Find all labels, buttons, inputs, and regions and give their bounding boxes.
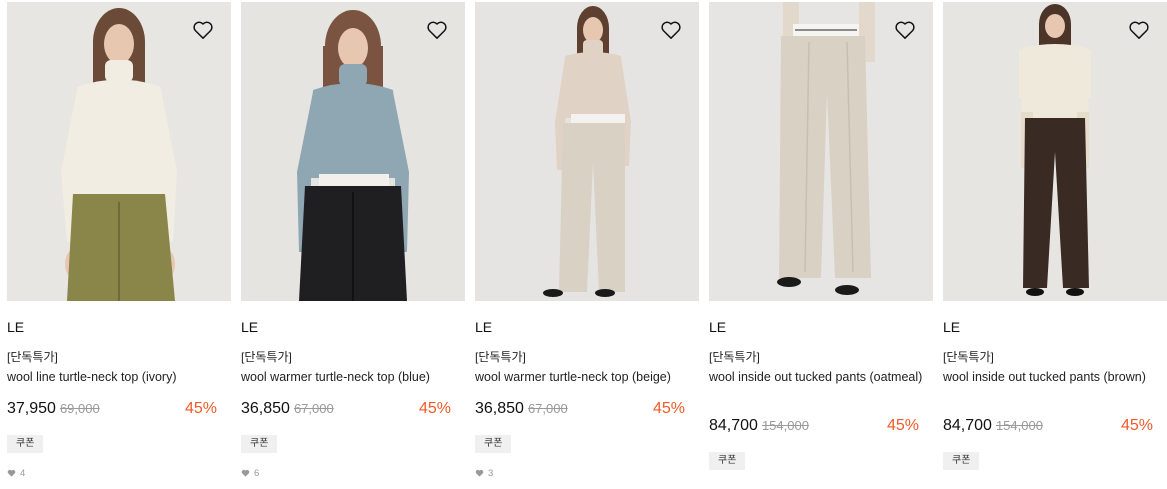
like-count-value: 3: [488, 467, 494, 479]
product-name[interactable]: wool inside out tucked pants (brown): [943, 369, 1167, 403]
heart-icon: [193, 21, 213, 39]
product-brand[interactable]: LE: [7, 319, 231, 335]
discount-rate: 45%: [1120, 417, 1153, 434]
original-price: 67,000: [527, 401, 568, 416]
wishlist-button[interactable]: [893, 18, 917, 42]
original-price: 69,000: [59, 401, 100, 416]
product-photo: [543, 6, 631, 297]
like-count: 3: [475, 467, 699, 479]
product-card[interactable]: LE [단독특가] wool inside out tucked pants (…: [709, 2, 933, 479]
discount-rate: 45%: [184, 400, 217, 417]
coupon-badge: 쿠폰: [475, 435, 512, 453]
coupon-badge: 쿠폰: [709, 452, 746, 470]
product-promo-tag: [단독특가]: [709, 350, 760, 364]
price-row: 37,950 69,000 45%: [7, 400, 231, 420]
wishlist-button[interactable]: [659, 18, 683, 42]
like-count: 4: [7, 467, 231, 479]
product-brand[interactable]: LE: [475, 319, 699, 335]
wishlist-button[interactable]: [1127, 18, 1151, 42]
product-image[interactable]: [943, 2, 1167, 301]
product-name[interactable]: wool line turtle-neck top (ivory): [7, 369, 231, 386]
discount-rate: 45%: [886, 417, 919, 434]
product-grid: LE [단독특가] wool line turtle-neck top (ivo…: [7, 2, 1167, 479]
price-row: 36,850 67,000 45%: [475, 400, 699, 420]
sale-price: 84,700: [943, 417, 992, 434]
price-row: 36,850 67,000 45%: [241, 400, 465, 420]
product-image[interactable]: [709, 2, 933, 301]
coupon-badge: 쿠폰: [241, 435, 278, 453]
product-image[interactable]: [475, 2, 699, 301]
product-photo: [777, 2, 875, 295]
product-card[interactable]: LE [단독특가] wool line turtle-neck top (ivo…: [7, 2, 231, 479]
original-price: 154,000: [995, 418, 1043, 433]
sale-price: 36,850: [475, 400, 524, 417]
heart-icon: [895, 21, 915, 39]
product-name[interactable]: wool inside out tucked pants (oatmeal): [709, 369, 933, 403]
product-promo-tag: [단독특가]: [943, 350, 994, 364]
sale-price: 36,850: [241, 400, 290, 417]
product-name[interactable]: wool warmer turtle-neck top (blue): [241, 369, 465, 386]
like-count-value: 6: [254, 467, 260, 479]
product-card[interactable]: LE [단독특가] wool inside out tucked pants (…: [943, 2, 1167, 479]
coupon-badge: 쿠폰: [7, 435, 44, 453]
sale-price: 84,700: [709, 417, 758, 434]
product-brand[interactable]: LE: [241, 319, 465, 335]
product-name[interactable]: wool warmer turtle-neck top (beige): [475, 369, 699, 386]
discount-rate: 45%: [418, 400, 451, 417]
heart-filled-icon: [241, 469, 250, 477]
heart-icon: [427, 21, 447, 39]
discount-rate: 45%: [652, 400, 685, 417]
wishlist-button[interactable]: [425, 18, 449, 42]
price-row: 84,700 154,000 45%: [943, 417, 1167, 437]
product-photo: [1019, 4, 1091, 296]
original-price: 154,000: [761, 418, 809, 433]
sale-price: 37,950: [7, 400, 56, 417]
wishlist-button[interactable]: [191, 18, 215, 42]
product-promo-tag: [단독특가]: [7, 350, 58, 364]
price-row: 84,700 154,000 45%: [709, 417, 933, 437]
product-image[interactable]: [7, 2, 231, 301]
heart-icon: [1129, 21, 1149, 39]
like-count: 6: [241, 467, 465, 479]
heart-icon: [661, 21, 681, 39]
product-image[interactable]: [241, 2, 465, 301]
product-photo: [297, 10, 409, 301]
original-price: 67,000: [293, 401, 334, 416]
product-card[interactable]: LE [단독특가] wool warmer turtle-neck top (b…: [241, 2, 465, 479]
heart-filled-icon: [475, 469, 484, 477]
product-card[interactable]: LE [단독특가] wool warmer turtle-neck top (b…: [475, 2, 699, 479]
product-brand[interactable]: LE: [709, 319, 933, 335]
product-promo-tag: [단독특가]: [241, 350, 292, 364]
heart-filled-icon: [7, 469, 16, 477]
product-photo: [61, 8, 177, 301]
product-brand[interactable]: LE: [943, 319, 1167, 335]
coupon-badge: 쿠폰: [943, 452, 980, 470]
like-count-value: 4: [20, 467, 26, 479]
product-promo-tag: [단독특가]: [475, 350, 526, 364]
